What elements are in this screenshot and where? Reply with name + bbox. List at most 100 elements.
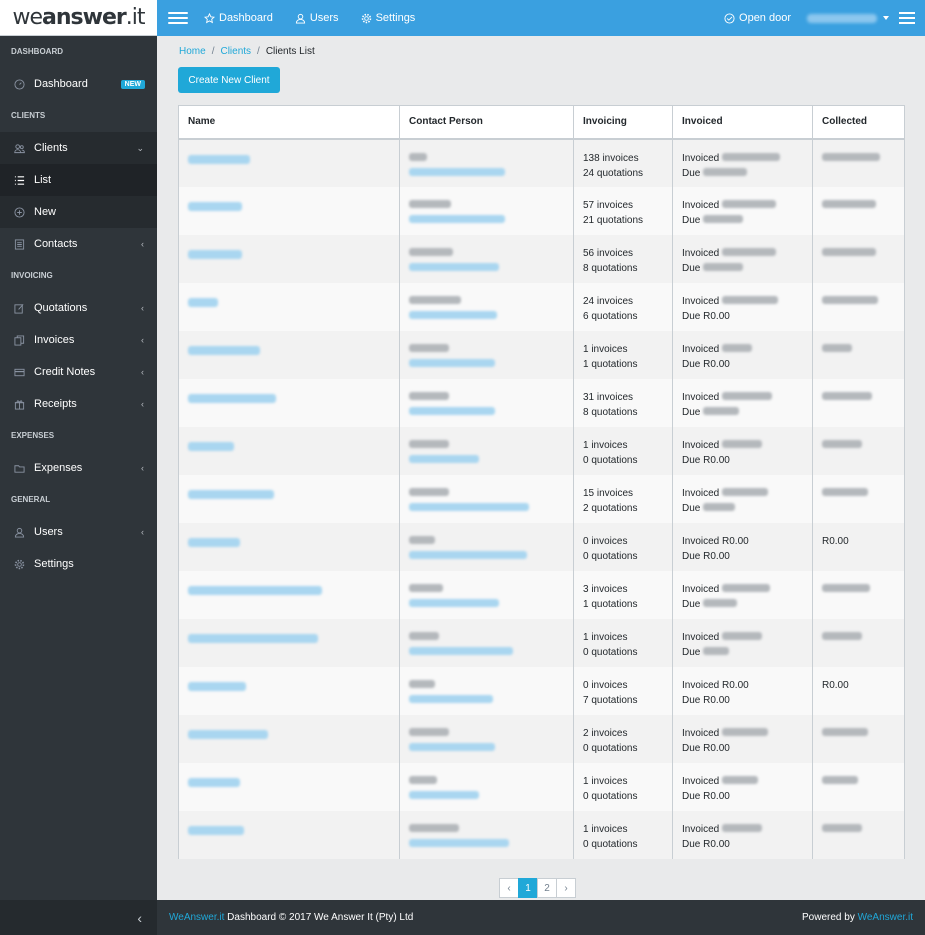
quotation-count: 2 quotations [583,502,638,514]
client-name-link[interactable] [188,489,274,499]
sidebar-item-credit-notes[interactable]: Credit Notes ‹ [0,356,157,388]
column-header-contact[interactable]: Contact Person [399,105,574,140]
sidebar-item-clients[interactable]: Clients ⌄ [0,132,157,164]
sidebar-minimizer-chevron-left-icon[interactable]: ‹ [0,900,157,935]
due-amount [703,405,740,420]
contact-email-link[interactable] [409,645,573,660]
contact-email-link[interactable] [409,741,573,756]
sidebar-item-users[interactable]: Users ‹ [0,516,157,548]
client-name-link[interactable] [188,345,260,355]
client-name-link[interactable] [188,777,240,787]
address-book-icon [13,238,25,250]
contact-email-link[interactable] [409,453,573,468]
contact-email-link[interactable] [409,166,573,181]
client-name-link[interactable] [188,825,244,835]
table-row[interactable]: 0 invoices 7 quotations Invoiced R0.00 Due … [178,666,905,715]
table-row[interactable]: 1 invoices 0 quotations Invoiced Due R0.00 [178,810,905,859]
client-name-link[interactable] [188,633,318,643]
collected-amount [822,390,872,405]
table-row[interactable]: 24 invoices 6 quotations Invoiced Due R0.0… [178,282,905,331]
contact-email-link[interactable] [409,357,573,372]
aside-menu-toggle-icon[interactable] [899,9,915,27]
sidebar-item-list[interactable]: List [0,164,157,196]
user-menu-caret-icon[interactable] [883,16,889,20]
sidebar-item-settings[interactable]: Settings [0,548,157,580]
contact-email-link[interactable] [409,213,573,228]
sidebar-item-dashboard[interactable]: Dashboard NEW [0,68,157,100]
contact-email-link[interactable] [409,261,573,276]
brand-logo[interactable]: weanswer.it [0,0,157,36]
contact-email-link[interactable] [409,597,573,612]
invoicing-cell: 57 invoices 21 quotations [573,186,673,235]
topnav-settings[interactable]: Settings [361,12,415,24]
pagination-page-2[interactable]: 2 [537,878,557,898]
topnav-users[interactable]: Users [295,12,339,24]
breadcrumb-home[interactable]: Home [179,46,206,57]
topnav-dashboard[interactable]: Dashboard [204,12,273,24]
column-header-name[interactable]: Name [178,105,400,140]
table-row[interactable]: 0 invoices 0 quotations Invoiced R0.00 Due … [178,522,905,571]
collected-cell [812,282,905,331]
sidebar-item-receipts[interactable]: Receipts ‹ [0,388,157,420]
table-row[interactable]: 1 invoices 0 quotations Invoiced Due [178,618,905,667]
table-row[interactable]: 31 invoices 8 quotations Invoiced Due [178,378,905,427]
client-name-link[interactable] [188,393,276,403]
column-header-collected[interactable]: Collected [812,105,905,140]
sidebar-item-new[interactable]: New [0,196,157,228]
sidebar-item-list-label: List [34,174,52,186]
chevron-left-icon: ‹ [141,463,144,473]
client-name-link[interactable] [188,201,242,211]
user-menu[interactable] [807,13,877,23]
footer: WeAnswer.it Dashboard © 2017 We Answer I… [157,900,925,935]
table-row[interactable]: 56 invoices 8 quotations Invoiced Due [178,234,905,283]
plus-circle-icon [13,206,25,218]
table-row[interactable]: 2 invoices 0 quotations Invoiced Due R0.00 [178,714,905,763]
table-row[interactable]: 138 invoices 24 quotations Invoiced Due [178,138,905,187]
client-name-link[interactable] [188,729,268,739]
sidebar-section-dashboard: DASHBOARD [11,47,63,56]
folder-icon [13,462,25,474]
footer-brand-link[interactable]: WeAnswer.it [169,912,224,923]
table-row[interactable]: 15 invoices 2 quotations Invoiced Due [178,474,905,523]
contact-cell [399,426,574,475]
invoiced-cell: Invoiced Due [672,378,813,427]
table-row[interactable]: 1 invoices 1 quotations Invoiced Due R0.00 [178,330,905,379]
create-new-client-button[interactable]: Create New Client [178,67,280,93]
column-header-invoicing[interactable]: Invoicing [573,105,673,140]
column-header-invoiced[interactable]: Invoiced [672,105,813,140]
client-name-link[interactable] [188,441,234,451]
table-row[interactable]: 1 invoices 0 quotations Invoiced Due R0.00 [178,762,905,811]
client-name-link[interactable] [188,249,242,259]
table-row[interactable]: 3 invoices 1 quotations Invoiced Due [178,570,905,619]
contact-email-link[interactable] [409,549,573,564]
contact-email-link[interactable] [409,309,573,324]
contact-email-link[interactable] [409,837,573,852]
sidebar-item-contacts[interactable]: Contacts ‹ [0,228,157,260]
breadcrumb-clients[interactable]: Clients [220,46,251,57]
sidebar-item-quotations[interactable]: Quotations ‹ [0,292,157,324]
sidebar-toggle-icon[interactable] [168,9,188,27]
contact-email-link[interactable] [409,693,573,708]
pagination-page-1[interactable]: 1 [518,878,538,898]
quotation-count: 7 quotations [583,694,638,706]
pagination-next-icon[interactable]: › [556,878,576,898]
client-name-link[interactable] [188,537,240,547]
contact-email-link[interactable] [409,405,573,420]
client-name-link[interactable] [188,297,218,307]
collected-amount [822,582,870,597]
contact-email-link[interactable] [409,501,573,516]
invoiced-label: Invoiced [682,247,720,259]
contact-email-link[interactable] [409,789,573,804]
client-name-link[interactable] [188,154,250,164]
collected-amount [822,726,868,741]
table-row[interactable]: 57 invoices 21 quotations Invoiced Due [178,186,905,235]
user-icon [13,526,25,538]
open-door-button[interactable]: Open door [724,12,791,24]
client-name-link[interactable] [188,585,322,595]
table-row[interactable]: 1 invoices 0 quotations Invoiced Due R0.00 [178,426,905,475]
pagination-prev-icon[interactable]: ‹ [499,878,519,898]
client-name-link[interactable] [188,681,246,691]
footer-powered-link[interactable]: WeAnswer.it [858,912,913,923]
sidebar-item-invoices[interactable]: Invoices ‹ [0,324,157,356]
sidebar-item-expenses[interactable]: Expenses ‹ [0,452,157,484]
